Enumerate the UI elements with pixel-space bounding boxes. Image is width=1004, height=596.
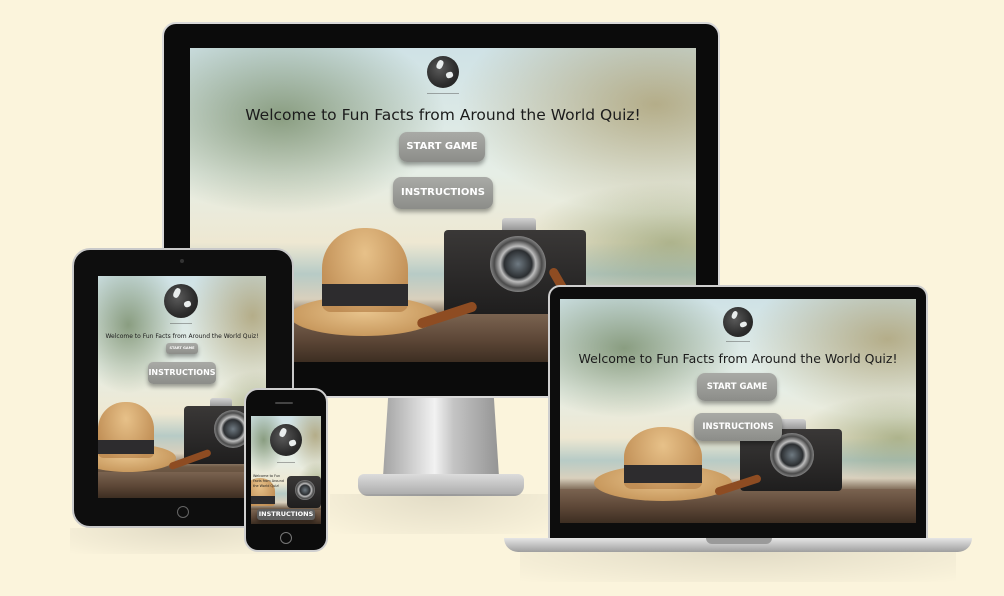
laptop-instructions-button[interactable]: INSTRUCTIONS xyxy=(694,413,782,441)
tablet-home-button xyxy=(177,506,189,518)
instructions-button[interactable]: INSTRUCTIONS xyxy=(393,177,493,209)
phone-instructions-button[interactable]: INSTRUCTIONS xyxy=(257,509,315,520)
tablet-page-title: Welcome to Fun Facts from Around the Wor… xyxy=(105,333,259,340)
phone-speaker xyxy=(275,402,293,404)
laptop-globe-icon xyxy=(723,307,753,337)
tablet-start-game-button[interactable]: START GAME xyxy=(166,343,198,354)
laptop-start-game-button[interactable]: START GAME xyxy=(697,373,777,401)
globe-icon xyxy=(427,56,459,88)
phone-screen: Welcome to Fun Facts from Around the Wor… xyxy=(251,416,321,524)
tablet-globe-icon xyxy=(164,284,198,318)
page-title: Welcome to Fun Facts from Around the Wor… xyxy=(245,106,641,124)
tablet-instructions-button[interactable]: INSTRUCTIONS xyxy=(148,362,216,384)
phone-globe-icon xyxy=(270,424,302,456)
phone-home-button xyxy=(280,532,292,544)
tablet-screen: Welcome to Fun Facts from Around the Wor… xyxy=(98,276,266,498)
laptop-screen: Welcome to Fun Facts from Around the Wor… xyxy=(560,299,916,523)
phone-page-title: Welcome to Fun Facts from Around the Wor… xyxy=(253,474,284,488)
monitor-stand xyxy=(383,398,499,476)
monitor-base xyxy=(358,474,524,496)
start-game-button[interactable]: START GAME xyxy=(399,132,485,162)
tablet-camera xyxy=(180,259,184,263)
laptop-trackpad-notch xyxy=(706,538,772,544)
laptop-page-title: Welcome to Fun Facts from Around the Wor… xyxy=(578,351,898,366)
